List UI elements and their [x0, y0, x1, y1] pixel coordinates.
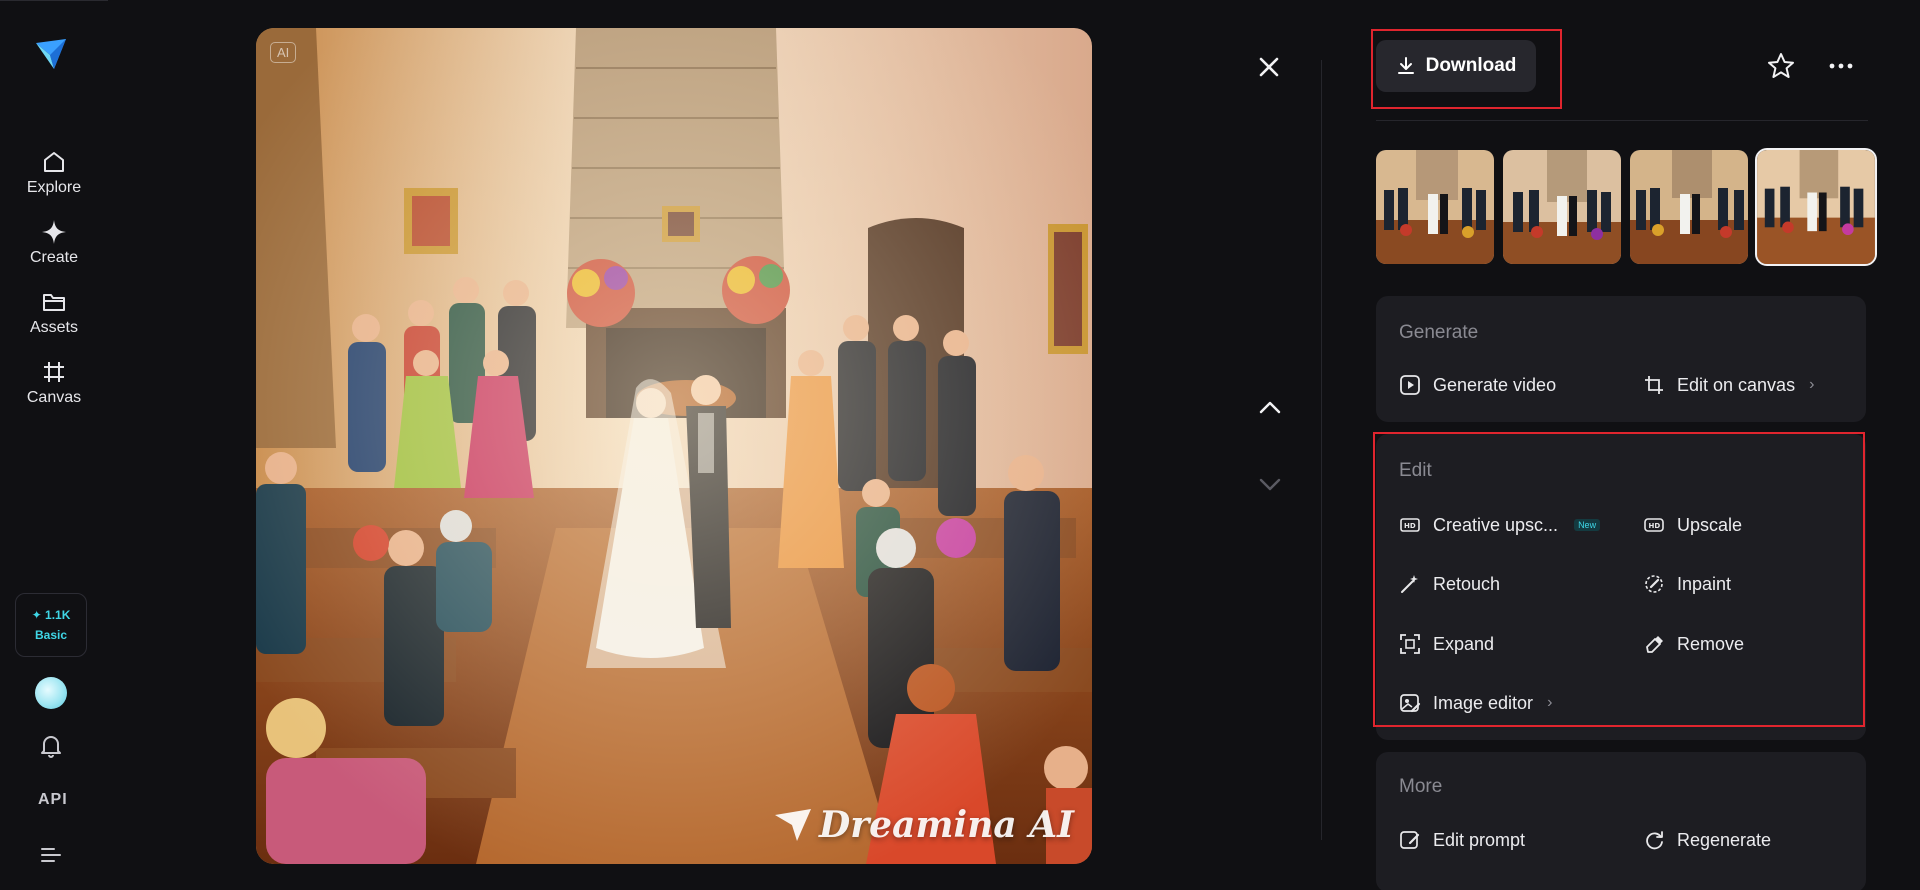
credits-badge[interactable]: ✦ 1.1K Basic	[15, 593, 87, 657]
header-divider	[1376, 120, 1868, 121]
edit-on-canvas-label: Edit on canvas	[1677, 374, 1796, 395]
generate-title: Generate	[1399, 322, 1479, 343]
ai-badge: AI	[270, 42, 297, 63]
nav-canvas[interactable]: Canvas	[0, 359, 108, 407]
hd-plus-icon: HD	[1400, 518, 1420, 532]
play-square-icon	[1400, 375, 1420, 395]
upscale-label: Upscale	[1677, 514, 1743, 535]
inpaint-button[interactable]: Inpaint	[1643, 573, 1731, 595]
generate-video-button[interactable]: Generate video	[1399, 374, 1556, 396]
generate-card: Generate Generate video Edit on canvas ›	[1376, 296, 1866, 422]
wedding-scene-illustration	[256, 28, 1092, 864]
thumbnail-strip	[1374, 148, 1877, 266]
inpaint-brush-icon	[1645, 575, 1663, 593]
edit-prompt-label: Edit prompt	[1433, 829, 1526, 850]
chevron-right-icon: ›	[1547, 694, 1553, 711]
expand-icon	[1400, 634, 1420, 654]
nav-assets-label: Assets	[29, 319, 78, 336]
remove-button[interactable]: Remove	[1643, 633, 1744, 655]
menu-icon[interactable]	[40, 846, 62, 864]
nav-assets[interactable]: Assets	[0, 289, 108, 337]
download-button[interactable]: Download	[1376, 40, 1536, 92]
more-options-icon[interactable]	[1826, 56, 1856, 76]
retouch-label: Retouch	[1433, 573, 1501, 594]
previous-image-chevron-up-icon[interactable]	[1256, 396, 1284, 420]
nav-canvas-label: Canvas	[26, 389, 82, 406]
regenerate-button[interactable]: Regenerate	[1643, 829, 1771, 851]
download-icon	[1397, 57, 1414, 74]
nav-explore-label: Explore	[26, 179, 82, 196]
edit-on-canvas-button[interactable]: Edit on canvas ›	[1643, 374, 1814, 396]
plan-label: Basic	[34, 628, 68, 642]
folder-icon	[43, 294, 65, 311]
nav-create[interactable]: Create	[0, 219, 108, 267]
expand-button[interactable]: Expand	[1399, 633, 1494, 655]
thumbnail[interactable]	[1501, 148, 1623, 266]
edit-title: Edit	[1399, 460, 1432, 481]
api-link[interactable]: API	[38, 791, 68, 809]
edit-prompt-button[interactable]: Edit prompt	[1399, 829, 1525, 851]
image-editor-button[interactable]: Image editor ›	[1399, 692, 1552, 714]
new-badge: New	[1574, 519, 1601, 531]
generate-video-label: Generate video	[1433, 374, 1557, 395]
generated-image[interactable]: AI Dreamina AI	[256, 28, 1092, 864]
crop-icon	[1645, 376, 1663, 394]
creative-upscale-button[interactable]: HD Creative upsc... New	[1399, 514, 1601, 536]
edit-card: Edit HD Creative upsc... New HD Upscale …	[1376, 434, 1866, 740]
next-image-chevron-down-icon[interactable]	[1256, 472, 1284, 496]
close-icon[interactable]	[1252, 50, 1286, 84]
download-label: Download	[1425, 55, 1517, 76]
dreamina-watermark-icon	[775, 809, 811, 841]
expand-label: Expand	[1433, 633, 1495, 654]
magic-wand-icon	[1401, 575, 1418, 593]
inpaint-label: Inpaint	[1677, 573, 1732, 594]
credits-amount: ✦ 1.1K	[31, 608, 71, 622]
creative-upscale-label: Creative upsc...	[1433, 514, 1559, 535]
watermark: Dreamina AI	[773, 804, 1074, 846]
chevron-right-icon: ›	[1809, 376, 1815, 393]
thumbnail[interactable]	[1628, 148, 1750, 266]
panel-divider	[1321, 60, 1322, 840]
bell-icon[interactable]	[40, 734, 62, 758]
canvas-grid-icon	[44, 362, 64, 382]
thumbnail-selected[interactable]	[1755, 148, 1877, 266]
svg-text:HD: HD	[1404, 522, 1416, 530]
hd-icon: HD	[1644, 518, 1664, 532]
favorite-star-icon[interactable]	[1766, 51, 1796, 81]
more-title: More	[1399, 776, 1443, 797]
remove-label: Remove	[1677, 633, 1745, 654]
more-card: More Edit prompt Regenerate	[1376, 752, 1866, 890]
regenerate-icon	[1646, 831, 1663, 850]
regenerate-label: Regenerate	[1677, 829, 1772, 850]
image-editor-label: Image editor	[1433, 692, 1534, 713]
watermark-text: Dreamina AI	[819, 804, 1074, 846]
home-icon	[44, 152, 64, 172]
dreamina-logo-icon[interactable]	[34, 37, 68, 71]
retouch-button[interactable]: Retouch	[1399, 573, 1500, 595]
left-sidebar: Explore Create Assets Canvas ✦ 1.1K Basi…	[0, 0, 108, 890]
edit-prompt-icon	[1400, 831, 1420, 849]
nav-explore[interactable]: Explore	[0, 149, 108, 197]
svg-text:HD: HD	[1649, 522, 1661, 530]
upscale-button[interactable]: HD Upscale	[1643, 514, 1742, 536]
eraser-icon	[1646, 636, 1663, 653]
nav-create-label: Create	[29, 249, 79, 266]
sparkle-icon	[42, 220, 66, 244]
image-edit-icon	[1400, 694, 1421, 713]
avatar[interactable]	[35, 677, 67, 709]
thumbnail[interactable]	[1374, 148, 1496, 266]
